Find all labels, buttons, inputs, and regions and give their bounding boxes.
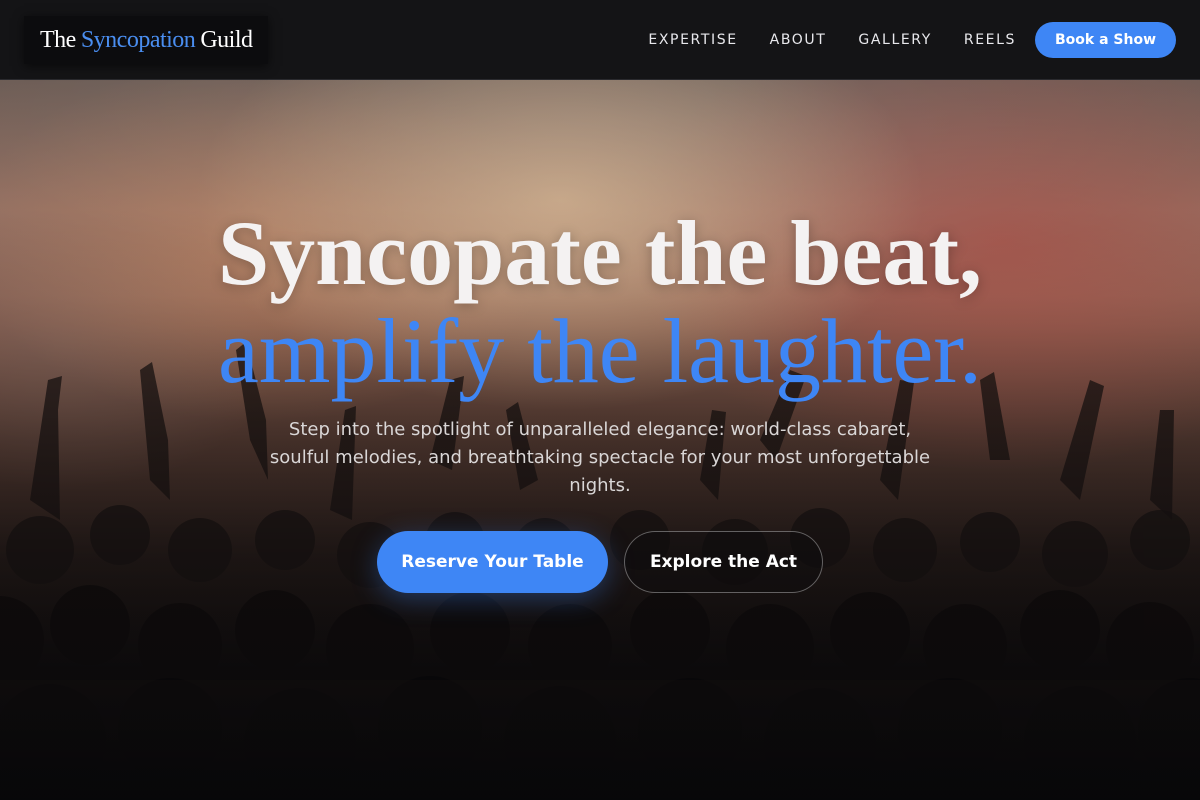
logo-word-guild: Guild xyxy=(200,26,253,53)
nav-link-gallery[interactable]: GALLERY xyxy=(858,32,931,48)
nav-link-about[interactable]: ABOUT xyxy=(770,32,827,48)
top-navigation-bar: The Syncopation Guild EXPERTISE ABOUT GA… xyxy=(0,0,1200,80)
nav-link-reels[interactable]: REELS xyxy=(964,32,1016,48)
hero-subtext: Step into the spotlight of unparalleled … xyxy=(269,419,931,496)
explore-act-button[interactable]: Explore the Act xyxy=(624,531,823,593)
hero-headline: Syncopate the beat, xyxy=(217,202,983,304)
book-a-show-button[interactable]: Book a Show xyxy=(1034,22,1176,58)
logo-word-syncopation: Syncopation xyxy=(80,26,196,53)
nav-link-expertise[interactable]: EXPERTISE xyxy=(648,32,737,48)
hero-headline-accent: amplify the laughter. xyxy=(218,300,982,402)
main-nav: EXPERTISE ABOUT GALLERY REELS xyxy=(648,0,1016,80)
logo-word-the: The xyxy=(40,26,76,53)
reserve-table-button[interactable]: Reserve Your Table xyxy=(377,531,608,593)
brand-logo[interactable]: The Syncopation Guild xyxy=(24,16,269,64)
